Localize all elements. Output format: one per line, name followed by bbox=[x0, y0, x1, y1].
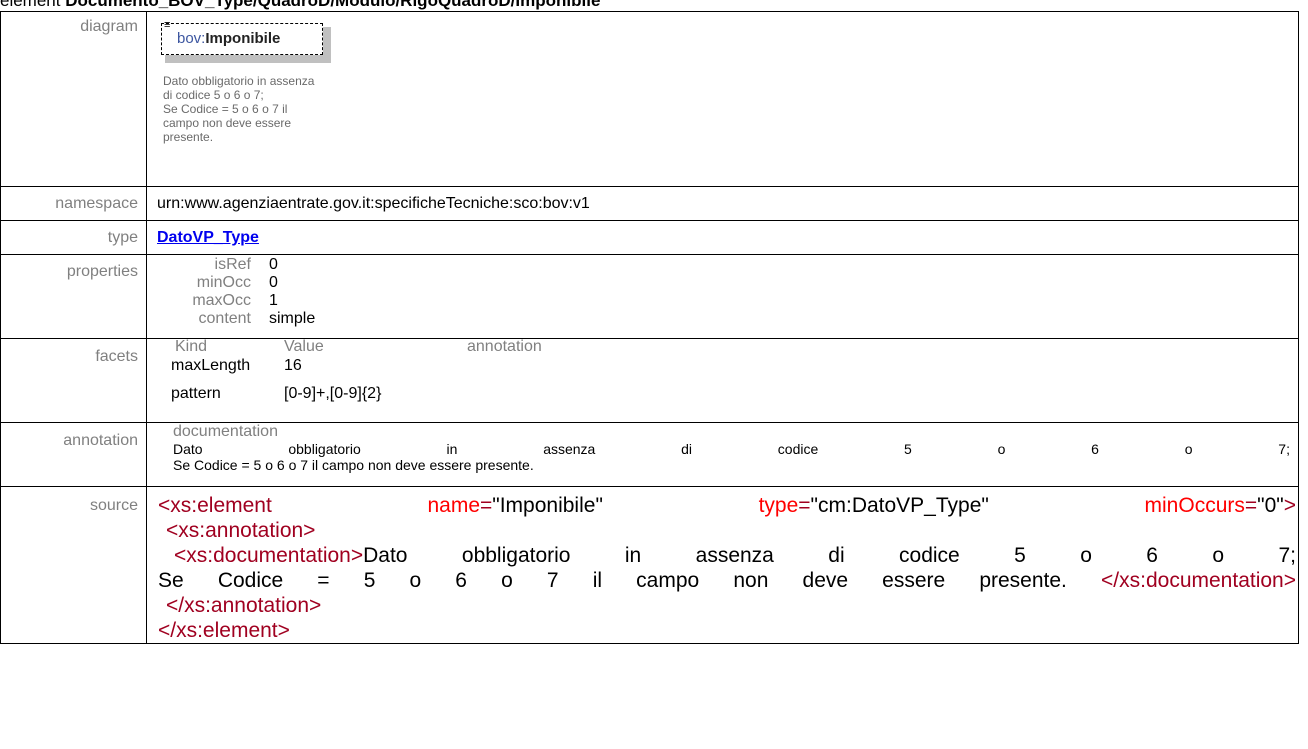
source-attr-name: name bbox=[427, 494, 480, 517]
facets-header-value: Value bbox=[284, 338, 324, 355]
source-attr: name="Imponibile" bbox=[427, 494, 602, 517]
source-attr-name: type bbox=[758, 494, 799, 517]
facet-value: 16 bbox=[284, 357, 302, 374]
property-row: isRef 0 bbox=[147, 256, 1298, 274]
source-tag: <xs:element bbox=[158, 494, 272, 517]
source-line: </xs:annotation> bbox=[158, 593, 1296, 618]
type-cell: DatoVP_Type bbox=[146, 220, 1299, 255]
property-row: minOcc 0 bbox=[147, 274, 1298, 292]
property-row: content simple bbox=[147, 310, 1298, 328]
source-attr-value: "cm:DatoVP_Type" bbox=[810, 494, 989, 517]
annotation-line: Dato obbligatorio in assenza di codice 5… bbox=[173, 441, 1290, 457]
diagram-element-name: Imponibile bbox=[205, 30, 281, 47]
namespace-label: namespace bbox=[0, 186, 147, 221]
diagram-element-label: bov:Imponibile bbox=[177, 30, 280, 47]
diagram-note-line: Se Codice = 5 o 6 o 7 il bbox=[163, 102, 288, 116]
property-key: maxOcc bbox=[192, 292, 251, 309]
source-eq: = bbox=[798, 494, 811, 517]
properties-label: properties bbox=[0, 254, 147, 339]
facet-row: maxLength 16 bbox=[147, 355, 1298, 383]
page-title: element Documento_BOV_Type/QuadroD/Modul… bbox=[0, 0, 1308, 11]
annotation-label: annotation bbox=[0, 422, 147, 487]
source-attr-value: "Imponibile" bbox=[492, 494, 603, 517]
properties-row: properties isRef 0 minOcc 0 maxOcc 1 conten… bbox=[0, 254, 1299, 339]
namespace-value: urn:www.agenziaentrate.gov.it:specifiche… bbox=[146, 186, 1299, 221]
source-tag: </xs:documentation> bbox=[1101, 569, 1296, 592]
facet-value: [0-9]+,[0-9]{2} bbox=[284, 385, 382, 402]
facets-cell: Kind Value annotation maxLength 16 patte… bbox=[146, 338, 1299, 423]
source-attr-name: minOccurs bbox=[1144, 494, 1245, 517]
source-row: source <xs:element name="Imponibile" typ… bbox=[0, 486, 1299, 644]
source-line: <xs:annotation> bbox=[158, 518, 1296, 543]
source-cell: <xs:element name="Imponibile" type="cm:D… bbox=[146, 486, 1299, 644]
source-tag: </xs:annotation> bbox=[166, 594, 322, 617]
source-attr: minOccurs="0"> bbox=[1145, 494, 1296, 517]
annotation-cell: documentation Dato obbligatorio in assen… bbox=[146, 422, 1299, 487]
annotation-head: documentation bbox=[173, 423, 278, 440]
page-title-prefix: element bbox=[0, 0, 66, 10]
source-attr-value: "0" bbox=[1257, 494, 1284, 517]
type-link[interactable]: DatoVP_Type bbox=[157, 229, 259, 246]
property-key: minOcc bbox=[196, 274, 251, 291]
diagram-label: diagram bbox=[0, 11, 147, 187]
property-row: maxOcc 1 bbox=[147, 292, 1298, 310]
source-attr: type="cm:DatoVP_Type" bbox=[759, 494, 989, 517]
source-tag: </xs:element bbox=[158, 619, 278, 642]
facet-kind: pattern bbox=[171, 385, 221, 402]
source-tag: <xs:annotation> bbox=[166, 519, 316, 542]
type-label: type bbox=[0, 220, 147, 255]
facets-header-annotation: annotation bbox=[467, 338, 542, 355]
source-tag: <xs:documentation> bbox=[174, 544, 364, 567]
element-doc-table: diagram ≡ bov:Imponibile Dato obbligator… bbox=[0, 11, 1299, 644]
diagram-note-line: presente. bbox=[163, 130, 214, 144]
source-gt: > bbox=[1283, 494, 1296, 517]
source-line: Se Codice = 5 o 6 o 7 il campo non deve … bbox=[158, 568, 1296, 593]
property-value: 0 bbox=[269, 256, 278, 273]
diagram-ns-prefix: bov: bbox=[177, 30, 206, 47]
source-code: <xs:element name="Imponibile" type="cm:D… bbox=[158, 493, 1296, 643]
source-doc-text: Dato obbligatorio in assenza di codice 5… bbox=[363, 544, 1296, 567]
facets-row: facets Kind Value annotation maxLength 1… bbox=[0, 338, 1299, 423]
diagram-node[interactable]: ≡ bov:Imponibile bbox=[161, 19, 331, 63]
source-eq: = bbox=[1244, 494, 1258, 517]
source-line: <xs:element name="Imponibile" type="cm:D… bbox=[158, 493, 1296, 518]
property-value: simple bbox=[269, 310, 316, 327]
property-value: 1 bbox=[269, 292, 278, 309]
page-title-path: Documento_BOV_Type/QuadroD/Modulo/RigoQu… bbox=[65, 0, 601, 10]
diagram-note-line: di codice 5 o 6 o 7; bbox=[163, 88, 264, 102]
diagram-cell: ≡ bov:Imponibile Dato obbligatorio in as… bbox=[146, 11, 1299, 187]
document-lines-icon: ≡ bbox=[164, 19, 171, 31]
facet-row: pattern [0-9]+,[0-9]{2} bbox=[147, 383, 1298, 421]
facets-header-kind: Kind bbox=[175, 338, 208, 355]
annotation-line: Se Codice = 5 o 6 o 7 il campo non deve … bbox=[173, 457, 534, 473]
source-label: source bbox=[0, 486, 147, 644]
source-doc-text: Se Codice = 5 o 6 o 7 il campo non deve … bbox=[158, 569, 1067, 592]
property-key: isRef bbox=[214, 256, 251, 273]
properties-cell: isRef 0 minOcc 0 maxOcc 1 content simple bbox=[146, 254, 1299, 339]
diagram-note: Dato obbligatorio in assenza di codice 5… bbox=[163, 74, 373, 144]
namespace-row: namespace urn:www.agenziaentrate.gov.it:… bbox=[0, 186, 1299, 221]
property-key: content bbox=[198, 310, 251, 327]
source-gt: > bbox=[277, 619, 290, 642]
facets-header: Kind Value annotation bbox=[147, 339, 1298, 355]
properties-list: isRef 0 minOcc 0 maxOcc 1 content simple bbox=[147, 256, 1298, 328]
diagram-note-line: campo non deve essere bbox=[163, 116, 292, 130]
type-row: type DatoVP_Type bbox=[0, 220, 1299, 255]
source-line: <xs:documentation>Dato obbligatorio in a… bbox=[158, 543, 1296, 568]
property-value: 0 bbox=[269, 274, 278, 291]
diagram-row: diagram ≡ bov:Imponibile Dato obbligator… bbox=[0, 11, 1299, 187]
facet-kind: maxLength bbox=[171, 357, 251, 374]
diagram-note-line: Dato obbligatorio in assenza bbox=[163, 74, 315, 88]
annotation-row: annotation documentation Dato obbligator… bbox=[0, 422, 1299, 487]
facets-label: facets bbox=[0, 338, 147, 423]
source-line: </xs:element> bbox=[158, 618, 1296, 643]
source-eq: = bbox=[480, 494, 493, 517]
